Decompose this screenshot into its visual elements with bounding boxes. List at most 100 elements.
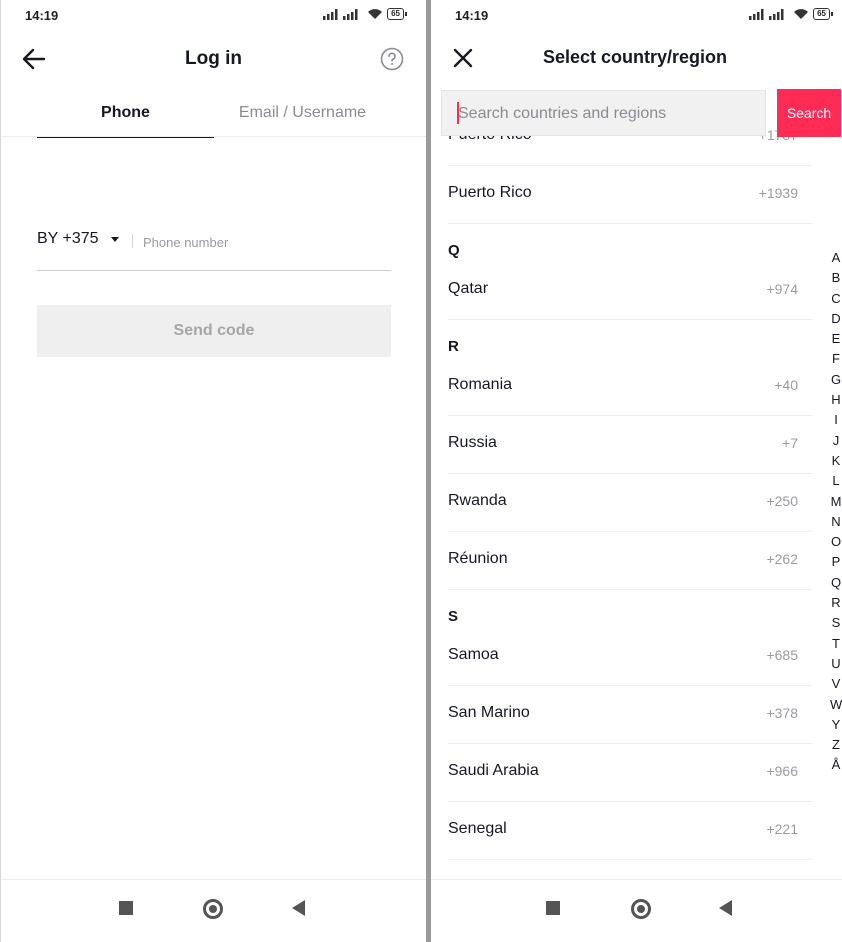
login-tabs: Phone Email / Username: [37, 96, 391, 138]
section-header: R: [448, 320, 842, 358]
list-item[interactable]: Romania +40: [448, 358, 812, 416]
country-dial-code: +262: [766, 551, 798, 567]
send-code-button[interactable]: Send code: [37, 305, 391, 357]
signal-icon: [749, 9, 784, 20]
country-name: Senegal: [448, 820, 507, 837]
alphabet-index-letter[interactable]: H: [830, 390, 842, 410]
section-letter: Q: [448, 242, 460, 259]
help-circle-icon[interactable]: [380, 47, 404, 71]
nav-back-icon[interactable]: [719, 900, 732, 916]
alphabet-index-letter[interactable]: M: [830, 492, 842, 512]
signal-icon: [323, 9, 358, 20]
country-name: Russia: [448, 434, 497, 451]
list-item[interactable]: Puerto Rico +1939: [448, 166, 812, 224]
alphabet-index-letter[interactable]: C: [830, 289, 842, 309]
alphabet-index-letter[interactable]: R: [830, 593, 842, 613]
nav-recents-icon[interactable]: [546, 901, 560, 915]
alphabet-index-letter[interactable]: U: [830, 654, 842, 674]
alphabet-index-letter[interactable]: L: [830, 471, 842, 491]
list-item[interactable]: Rwanda +250: [448, 474, 812, 532]
tab-phone[interactable]: Phone: [37, 96, 214, 138]
tabs-divider: [1, 136, 426, 137]
alphabet-index-letter[interactable]: Y: [830, 715, 842, 735]
nav-recents-icon[interactable]: [119, 901, 133, 915]
dropdown-caret-icon: [110, 236, 119, 242]
tab-email-username[interactable]: Email / Username: [214, 96, 391, 136]
alphabet-index-letter[interactable]: S: [830, 613, 842, 633]
country-picker-screen: 14:19 65 Select country/region Puerto Ri…: [431, 0, 842, 942]
country-name: San Marino: [448, 704, 530, 721]
status-bar: 14:19 65: [1, 0, 426, 34]
list-item[interactable]: Senegal +221: [448, 802, 812, 860]
section-header: Q: [448, 224, 842, 262]
system-nav-bar: [431, 879, 842, 942]
status-time: 14:19: [455, 8, 489, 23]
alphabet-index-letter[interactable]: J: [830, 431, 842, 451]
alphabet-index-letter[interactable]: I: [830, 410, 842, 430]
country-name: Puerto Rico: [448, 184, 532, 201]
battery-icon: 65: [387, 8, 407, 20]
page-title: Log in: [185, 48, 242, 69]
country-dial-code: +966: [766, 763, 798, 779]
alphabet-index-letter[interactable]: N: [830, 512, 842, 532]
section-letter: R: [448, 338, 459, 355]
country-dial-code: +7: [782, 435, 798, 451]
section-header: S: [448, 590, 842, 628]
country-name: Réunion: [448, 550, 508, 567]
list-item[interactable]: Russia +7: [448, 416, 812, 474]
alphabet-index[interactable]: ABCDEFGHIJKLMNOPQRSTUVWYZÅ: [830, 248, 842, 776]
list-item[interactable]: San Marino +378: [448, 686, 812, 744]
close-icon[interactable]: [451, 46, 475, 70]
search-button[interactable]: Search: [777, 89, 841, 137]
country-dial-code: +974: [766, 281, 798, 297]
section-letter: S: [448, 608, 459, 625]
list-item[interactable]: Serbia+381: [448, 860, 812, 880]
nav-back-icon[interactable]: [292, 900, 305, 916]
nav-home-icon[interactable]: [631, 899, 651, 919]
search-box: [441, 90, 766, 136]
alphabet-index-letter[interactable]: B: [830, 268, 842, 288]
login-screen: 14:19 65 Log in Phone Email / Username B: [0, 0, 426, 942]
alphabet-index-letter[interactable]: E: [830, 329, 842, 349]
list-item[interactable]: Réunion +262: [448, 532, 812, 590]
status-icons: 65: [749, 8, 833, 20]
alphabet-index-letter[interactable]: T: [830, 634, 842, 654]
text-cursor: [457, 102, 459, 124]
alphabet-index-letter[interactable]: A: [830, 248, 842, 268]
list-item[interactable]: Samoa +685: [448, 628, 812, 686]
alphabet-index-letter[interactable]: V: [830, 674, 842, 694]
alphabet-index-letter[interactable]: D: [830, 309, 842, 329]
alphabet-index-letter[interactable]: Å: [830, 755, 842, 775]
alphabet-index-letter[interactable]: F: [830, 349, 842, 369]
country-dial-code: +1939: [758, 185, 798, 201]
list-item[interactable]: Qatar +974: [448, 262, 812, 320]
alphabet-index-letter[interactable]: O: [830, 532, 842, 552]
status-bar: 14:19 65: [431, 0, 842, 34]
field-separator: [132, 234, 133, 248]
country-dial-code: +221: [766, 821, 798, 837]
country-code-selector[interactable]: BY +375: [37, 230, 119, 248]
alphabet-index-letter[interactable]: K: [830, 451, 842, 471]
country-name: Qatar: [448, 280, 489, 297]
nav-home-icon[interactable]: [203, 899, 223, 919]
alphabet-index-letter[interactable]: G: [830, 370, 842, 390]
country-name: Rwanda: [448, 492, 507, 509]
wifi-icon: [368, 9, 383, 19]
search-input[interactable]: [456, 101, 760, 127]
status-time: 14:19: [25, 8, 59, 23]
alphabet-index-letter[interactable]: Z: [830, 735, 842, 755]
page-title: Select country/region: [543, 47, 728, 67]
alphabet-index-letter[interactable]: P: [830, 552, 842, 572]
list-item[interactable]: Saudi Arabia +966: [448, 744, 812, 802]
country-dial-code: +40: [774, 377, 798, 393]
country-name: Romania: [448, 376, 513, 393]
status-icons: 65: [323, 8, 407, 20]
alphabet-index-letter[interactable]: W: [830, 695, 842, 715]
alphabet-index-letter[interactable]: Q: [830, 573, 842, 593]
country-dial-code: +685: [766, 647, 798, 663]
country-list[interactable]: Puerto Rico +1787 Puerto Rico+1939QQatar…: [431, 118, 842, 880]
wifi-icon: [794, 9, 809, 19]
phone-number-input[interactable]: [141, 230, 385, 254]
system-nav-bar: [1, 879, 426, 942]
country-name: Saudi Arabia: [448, 762, 539, 779]
